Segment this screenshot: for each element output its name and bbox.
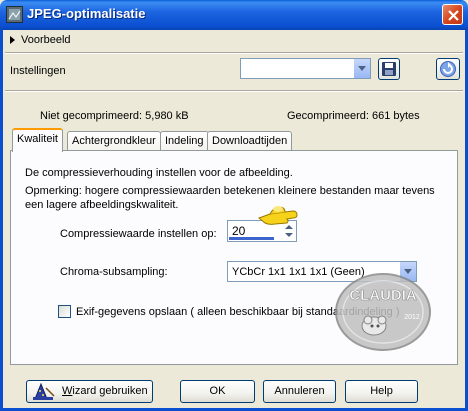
svg-text:2012: 2012 [404,314,420,321]
reset-settings-button[interactable] [436,58,460,80]
close-icon [448,10,459,21]
title-bar[interactable]: JPEG-optimalisatie [0,0,468,30]
exif-checkbox[interactable] [58,305,71,318]
chroma-label: Chroma-subsampling: [60,266,168,278]
settings-dropdown[interactable] [240,58,371,79]
expand-arrow-icon [10,36,15,44]
compression-remark: Opmerking: hogere compressiewaarden bete… [25,185,435,211]
preview-toggle[interactable]: Voorbeeld [10,34,71,46]
compression-value[interactable]: 20 [232,224,245,238]
settings-label: Instellingen [10,65,66,77]
divider [5,90,463,92]
compression-description: De compressieverhouding instellen voor d… [25,167,293,179]
tab-indeling[interactable]: Indeling [160,131,209,151]
reset-arrow-icon [440,61,456,77]
preview-label: Voorbeeld [21,34,71,46]
close-button[interactable] [442,4,463,25]
tab-kwaliteit[interactable]: Kwaliteit [12,128,63,152]
window-title: JPEG-optimalisatie [27,6,146,21]
jpeg-app-icon [6,6,23,23]
help-button[interactable]: Help [345,380,418,403]
compressed-size: Gecomprimeerd: 661 bytes [287,110,420,122]
dropdown-arrow-icon[interactable] [353,59,370,78]
svg-text:CLAUDIA: CLAUDIA [349,287,417,304]
floppy-disk-icon [382,62,396,76]
wizard-hat-icon [33,383,55,400]
wizard-button[interactable]: Wizard gebruiken [26,380,153,403]
uncompressed-size: Niet gecomprimeerd: 5,980 kB [40,110,189,122]
tab-downloadtijden[interactable]: Downloadtijden [207,131,293,151]
pointing-hand-icon [258,206,298,225]
compression-level-bar [229,237,274,240]
ok-button[interactable]: OK [180,380,255,403]
save-settings-button[interactable] [378,58,400,80]
divider [5,52,463,54]
tab-achtergrondkleur[interactable]: Achtergrondkleur [67,131,161,151]
cancel-button[interactable]: Annuleren [263,380,336,403]
claudia-watermark-logo: CLAUDIA 2012 [335,273,431,351]
compression-label: Compressiewaarde instellen op: [60,228,217,240]
